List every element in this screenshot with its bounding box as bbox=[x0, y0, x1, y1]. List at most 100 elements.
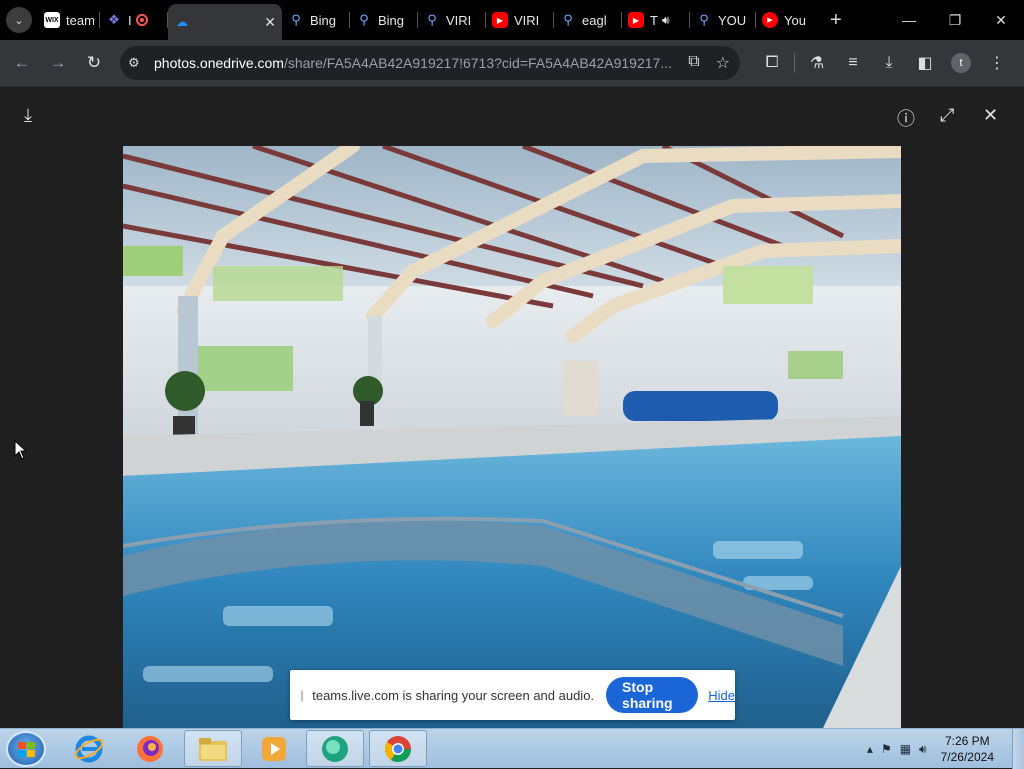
avatar: t bbox=[951, 53, 971, 73]
restore-button[interactable]: ❐ bbox=[932, 0, 978, 40]
close-window-button[interactable]: ✕ bbox=[978, 0, 1024, 40]
tab-list: WIX team ❖ I ☁ ✕ ⚲ Bing ⚲ Bing ⚲ VIRI ▶ … bbox=[38, 0, 842, 40]
media-controls-icon[interactable]: ≡ bbox=[835, 48, 871, 78]
tab-title: VIRI bbox=[446, 12, 472, 28]
drag-handle-icon[interactable]: || bbox=[300, 688, 304, 702]
tab-viri-search[interactable]: ⚲ VIRI bbox=[418, 0, 486, 40]
volume-icon[interactable]: 🔊︎ bbox=[919, 742, 927, 757]
url-text[interactable]: photos.onedrive.com/share/FA5A4AB42A9192… bbox=[154, 55, 672, 71]
tab-wix[interactable]: WIX team bbox=[38, 0, 100, 40]
tab-teams[interactable]: ❖ I bbox=[100, 0, 168, 40]
wix-icon: WIX bbox=[44, 12, 60, 28]
teams-icon: ❖ bbox=[108, 12, 120, 27]
media-player-icon[interactable] bbox=[245, 730, 303, 767]
site-settings-icon[interactable]: ⚙ bbox=[128, 55, 154, 71]
youtube-icon: ▶ bbox=[628, 12, 644, 28]
url-domain: photos.onedrive.com bbox=[154, 55, 284, 71]
tab-title: Bing bbox=[310, 12, 337, 28]
bing-search-icon: ⚲ bbox=[699, 12, 709, 27]
window-controls: — ❐ ✕ bbox=[886, 0, 1024, 40]
labs-flask-icon[interactable]: ⚗ bbox=[799, 48, 835, 78]
clock[interactable]: 7:26 PM 7/26/2024 bbox=[941, 733, 994, 765]
stop-sharing-button[interactable]: Stop sharing bbox=[606, 677, 699, 713]
extensions-row: ⧠ ⚗ ≡ ⤓ ◧ t ⋮ bbox=[754, 48, 1015, 78]
tab-youtube-home[interactable]: ▶ You bbox=[756, 0, 818, 40]
info-icon[interactable]: ⓘ bbox=[897, 105, 915, 131]
downloads-icon[interactable]: ⤓ bbox=[871, 48, 907, 78]
toolbar-divider bbox=[794, 53, 795, 73]
show-desktop-button[interactable] bbox=[1012, 729, 1024, 769]
bing-search-icon: ⚲ bbox=[427, 12, 437, 27]
expand-icon[interactable]: ⤢ bbox=[940, 105, 954, 126]
close-tab-icon[interactable]: ✕ bbox=[250, 14, 276, 31]
chevron-down-icon: ⌄ bbox=[14, 14, 24, 27]
windows-logo-icon bbox=[18, 742, 35, 757]
mouse-cursor-icon bbox=[14, 440, 28, 460]
forward-arrow-icon: → bbox=[49, 53, 67, 72]
tab-youtube-audio[interactable]: ▶ T 🔊︎ bbox=[622, 0, 690, 40]
side-panel-icon[interactable]: ◧ bbox=[907, 48, 943, 78]
taskbar: ▴ ⚑ ▦ 🔊︎ 7:26 PM 7/26/2024 bbox=[0, 728, 1024, 769]
edge-icon[interactable] bbox=[306, 730, 364, 767]
profile-button[interactable]: t bbox=[943, 48, 979, 78]
firefox-icon[interactable] bbox=[121, 730, 179, 767]
system-tray: ▴ ⚑ ▦ 🔊︎ 7:26 PM 7/26/2024 bbox=[867, 729, 994, 769]
recording-icon bbox=[135, 14, 148, 26]
hide-link[interactable]: Hide bbox=[708, 688, 735, 703]
tab-title: Bing bbox=[378, 12, 405, 28]
tab-you-search[interactable]: ⚲ YOU bbox=[690, 0, 756, 40]
menu-kebab-icon[interactable]: ⋮ bbox=[979, 48, 1015, 78]
close-viewer-icon[interactable]: ✕ bbox=[983, 105, 998, 126]
speaker-icon[interactable]: 🔊︎ bbox=[662, 13, 670, 28]
bookmark-star-icon[interactable]: ☆ bbox=[716, 53, 730, 73]
onedrive-icon: ☁ bbox=[176, 15, 188, 29]
url-path: /share/FA5A4AB42A919217!6713?cid=FA5A4AB… bbox=[283, 55, 672, 71]
bing-search-icon: ⚲ bbox=[563, 12, 573, 27]
action-center-flag-icon[interactable]: ⚑ bbox=[881, 742, 892, 756]
pool-photo-graphic bbox=[123, 146, 901, 728]
tab-bing-1[interactable]: ⚲ Bing bbox=[282, 0, 350, 40]
tab-eagle-search[interactable]: ⚲ eagl bbox=[554, 0, 622, 40]
viewer-header: ⤓ ⓘ ⤢ ✕ bbox=[0, 86, 1024, 146]
forward-button[interactable]: → bbox=[40, 45, 76, 81]
tab-title: I bbox=[128, 12, 132, 28]
browser-toolbar: ← → ↻ ⚙ photos.onedrive.com/share/FA5A4A… bbox=[0, 40, 1024, 86]
tab-title: VIRI bbox=[514, 12, 540, 28]
tab-strip: ⌄ WIX team ❖ I ☁ ✕ ⚲ Bing ⚲ Bing ⚲ VIRI bbox=[0, 0, 1024, 40]
internet-explorer-icon[interactable] bbox=[60, 730, 118, 767]
youtube-icon: ▶ bbox=[492, 12, 508, 28]
download-icon[interactable]: ⤓ bbox=[24, 105, 32, 126]
back-button[interactable]: ← bbox=[4, 45, 40, 81]
youtube-circle-icon: ▶ bbox=[762, 12, 778, 28]
back-arrow-icon: ← bbox=[13, 53, 31, 72]
network-icon[interactable]: ▦ bbox=[900, 742, 911, 756]
new-tab-button[interactable]: + bbox=[830, 9, 842, 32]
share-notice-text: teams.live.com is sharing your screen an… bbox=[312, 687, 595, 703]
show-hidden-icons-icon[interactable]: ▴ bbox=[867, 742, 873, 756]
address-bar[interactable]: ⚙ photos.onedrive.com/share/FA5A4AB42A91… bbox=[120, 46, 740, 80]
tab-title: You bbox=[784, 12, 806, 28]
minimize-button[interactable]: — bbox=[886, 0, 932, 40]
pool-photo bbox=[123, 146, 901, 728]
extensions-icon[interactable]: ⧠ bbox=[754, 48, 790, 78]
clock-time: 7:26 PM bbox=[944, 734, 990, 748]
file-explorer-icon[interactable] bbox=[184, 730, 242, 767]
chrome-icon[interactable] bbox=[369, 730, 427, 767]
bing-search-icon: ⚲ bbox=[359, 12, 369, 27]
tab-search-button[interactable]: ⌄ bbox=[6, 7, 32, 33]
reload-icon: ↻ bbox=[86, 53, 102, 72]
tab-title: eagl bbox=[582, 12, 607, 28]
photo-viewer: ⤓ ⓘ ⤢ ✕ bbox=[0, 86, 1024, 728]
start-button[interactable] bbox=[6, 731, 46, 767]
tab-bing-2[interactable]: ⚲ Bing bbox=[350, 0, 418, 40]
tab-title: team bbox=[66, 12, 94, 28]
screen-share-notice: || teams.live.com is sharing your screen… bbox=[290, 670, 735, 720]
install-app-icon[interactable]: ⧉ bbox=[688, 53, 699, 73]
tab-title: T bbox=[650, 12, 658, 28]
clock-date: 7/26/2024 bbox=[940, 750, 994, 764]
tab-onedrive-active[interactable]: ☁ ✕ bbox=[168, 4, 282, 40]
tab-title: YOU bbox=[718, 12, 747, 28]
tab-viri-youtube[interactable]: ▶ VIRI bbox=[486, 0, 554, 40]
bing-search-icon: ⚲ bbox=[291, 12, 301, 27]
reload-button[interactable]: ↻ bbox=[76, 45, 112, 81]
